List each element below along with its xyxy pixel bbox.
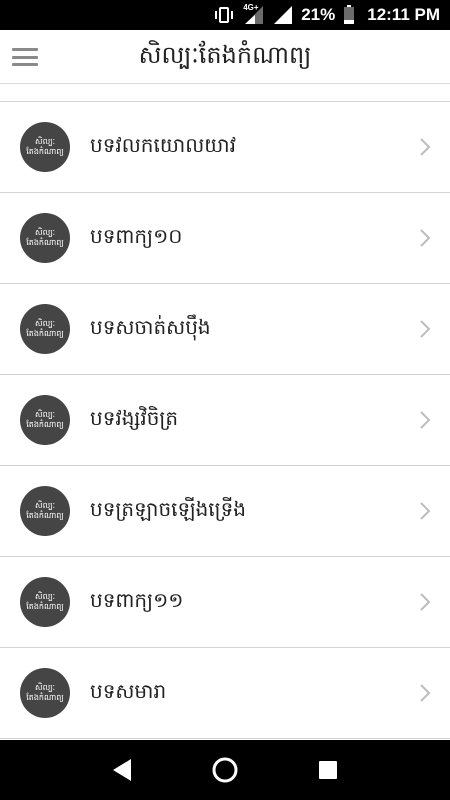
avatar-line1: សិល្បៈ bbox=[34, 319, 56, 328]
home-circle-icon bbox=[212, 757, 238, 783]
list-item[interactable]: សិល្បៈ តែងកំណាព្យ បទសមារា bbox=[0, 648, 450, 739]
avatar-line1: សិល្បៈ bbox=[34, 137, 56, 146]
recents-square-icon bbox=[319, 761, 338, 779]
list-item[interactable]: សិល្បៈ តែងកំណាព្យ បទសចាត់សប៉ឹង bbox=[0, 284, 450, 375]
avatar-line2: តែងកំណាព្យ bbox=[26, 420, 64, 429]
avatar-line1: សិល្បៈ bbox=[34, 228, 56, 237]
avatar-line1: សិល្បៈ bbox=[34, 501, 56, 510]
list-item-label: បទត្រឡាចឡើងទ្រើង bbox=[90, 497, 246, 521]
home-button[interactable] bbox=[205, 750, 245, 790]
system-nav-bar bbox=[0, 740, 450, 800]
list-item-label: បទពាក្យ១១ bbox=[90, 588, 184, 612]
avatar-line1: សិល្បៈ bbox=[34, 410, 56, 419]
avatar: សិល្បៈ តែងកំណាព្យ bbox=[20, 668, 70, 718]
app-bar: សិល្បៈតែងកំណាព្យ bbox=[0, 30, 450, 84]
chevron-right-icon bbox=[420, 320, 431, 338]
chevron-right-icon bbox=[420, 684, 431, 702]
avatar-line2: តែងកំណាព្យ bbox=[26, 693, 64, 702]
avatar-line2: តែងកំណាព្យ bbox=[26, 238, 64, 247]
chevron-right-icon bbox=[420, 593, 431, 611]
battery-icon bbox=[343, 5, 355, 25]
avatar: សិល្បៈ តែងកំណាព្យ bbox=[20, 577, 70, 627]
list-item[interactable]: សិល្បៈ តែងកំណាព្យ បទវលកយោលយាវ bbox=[0, 102, 450, 193]
avatar-line2: តែងកំណាព្យ bbox=[26, 511, 64, 520]
avatar: សិល្បៈ តែងកំណាព្យ bbox=[20, 122, 70, 172]
wifi-signal-icon bbox=[273, 5, 293, 25]
avatar-line1: សិល្បៈ bbox=[34, 592, 56, 601]
vibrate-icon bbox=[213, 6, 235, 24]
page-title: សិល្បៈតែងកំណាព្យ bbox=[138, 40, 312, 69]
network-type-label: 4G+ bbox=[243, 3, 259, 12]
mobile-signal-icon: 4G+ bbox=[243, 3, 265, 25]
list-item-label: បទសមារា bbox=[90, 679, 167, 703]
avatar: សិល្បៈ តែងកំណាព្យ bbox=[20, 304, 70, 354]
avatar: សិល្បៈ តែងកំណាព្យ bbox=[20, 486, 70, 536]
chevron-right-icon bbox=[420, 138, 431, 156]
chevron-right-icon bbox=[420, 411, 431, 429]
chevron-right-icon bbox=[420, 229, 431, 247]
avatar-line1: សិល្បៈ bbox=[34, 683, 56, 692]
list-item-label: បទវលកយោលយាវ bbox=[90, 133, 236, 157]
avatar-line2: តែងកំណាព្យ bbox=[26, 602, 64, 611]
back-button[interactable] bbox=[102, 750, 142, 790]
list-item[interactable]: សិល្បៈ តែងកំណាព្យ បទវង្សវិចិត្រ bbox=[0, 375, 450, 466]
recents-button[interactable] bbox=[308, 750, 348, 790]
chevron-right-icon bbox=[420, 502, 431, 520]
avatar: សិល្បៈ តែងកំណាព្យ bbox=[20, 395, 70, 445]
battery-percent: 21% bbox=[301, 5, 336, 24]
poem-style-list: សិល្បៈ តែងកំណាព្យ បទវលកយោលយាវ សិល្បៈ តែង… bbox=[0, 84, 450, 740]
list-item[interactable]: សិល្បៈ តែងកំណាព្យ បទពាក្យ១០ bbox=[0, 193, 450, 284]
back-triangle-icon bbox=[112, 759, 131, 781]
list-divider bbox=[0, 84, 450, 102]
list-item-label: បទវង្សវិចិត្រ bbox=[90, 406, 179, 430]
list-item-label: បទពាក្យ១០ bbox=[90, 224, 183, 248]
list-item[interactable]: សិល្បៈ តែងកំណាព្យ បទត្រឡាចឡើងទ្រើង bbox=[0, 466, 450, 557]
status-bar: 4G+ 21% 12:11 PM bbox=[0, 0, 450, 30]
list-item-label: បទសចាត់សប៉ឹង bbox=[90, 315, 211, 339]
clock: 12:11 PM bbox=[367, 5, 440, 24]
avatar-line2: តែងកំណាព្យ bbox=[26, 329, 64, 338]
avatar-line2: តែងកំណាព្យ bbox=[26, 147, 64, 156]
list-item[interactable]: សិល្បៈ តែងកំណាព្យ បទពាក្យ១១ bbox=[0, 557, 450, 648]
avatar: សិល្បៈ តែងកំណាព្យ bbox=[20, 213, 70, 263]
